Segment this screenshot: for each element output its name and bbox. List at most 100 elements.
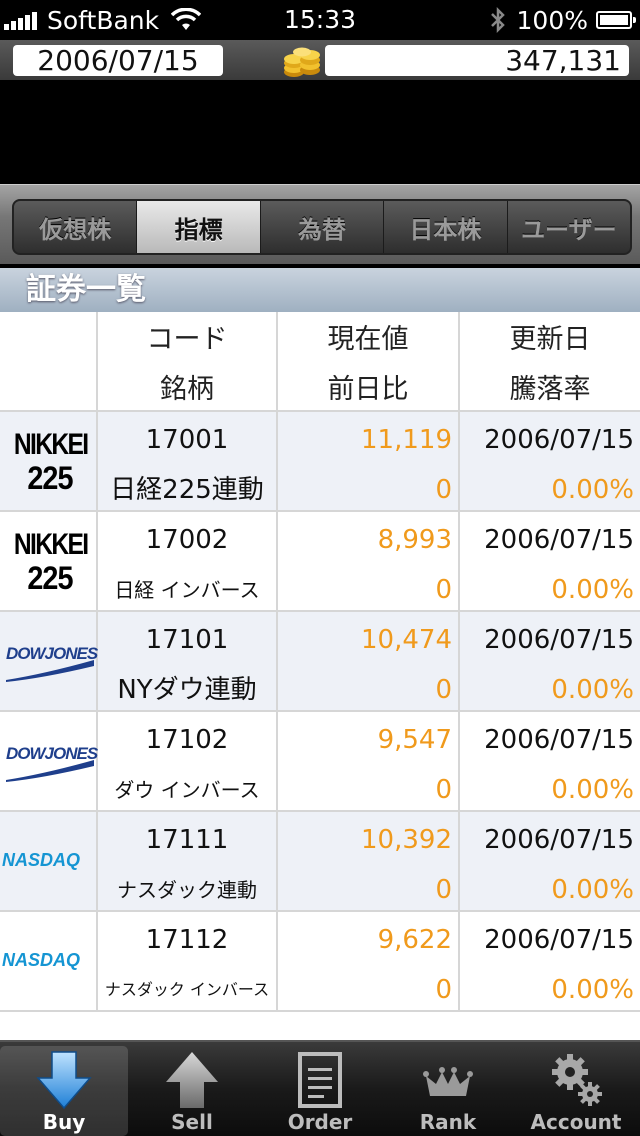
crown-icon — [423, 1067, 473, 1096]
current-price: 9,622 — [377, 925, 452, 955]
tab-label: Order — [287, 1110, 353, 1134]
tab-label: Rank — [419, 1110, 477, 1134]
day-change: 0 — [435, 475, 452, 505]
dow-jones-logo: DOWJONES — [4, 744, 98, 784]
current-price: 10,392 — [361, 825, 452, 855]
dow-jones-logo: DOWJONES — [4, 644, 98, 684]
change-rate: 0.00% — [551, 875, 634, 905]
day-change: 0 — [435, 675, 452, 705]
current-price: 11,119 — [361, 425, 452, 455]
change-rate: 0.00% — [551, 675, 634, 705]
change-rate: 0.00% — [551, 975, 634, 1005]
table-row[interactable]: NIKKEI 225 17002 日経 インバース 8,993 0 2006/0… — [0, 512, 640, 612]
security-name: ダウ インバース — [114, 778, 260, 802]
security-name: NYダウ連動 — [117, 675, 257, 705]
category-tab-strip: 仮想株 指標 為替 日本株 ユーザー — [0, 184, 640, 264]
tab-japan-stocks[interactable]: 日本株 — [384, 201, 508, 253]
tab-label: 為替 — [298, 215, 347, 244]
down-arrow-icon — [36, 1051, 92, 1110]
securities-table: コード 銘柄 現在値 前日比 更新日 騰落率 NIKKEI 225 17001 … — [0, 312, 640, 1040]
table-row[interactable]: DOWJONES 17101 NYダウ連動 10,474 0 2006/07/1… — [0, 612, 640, 712]
info-bar: 2006/07/15 347,131 — [0, 40, 640, 80]
tab-label: 指標 — [174, 215, 223, 244]
header-rate: 騰落率 — [509, 374, 591, 405]
tab-label: Account — [530, 1110, 622, 1134]
update-date: 2006/07/15 — [484, 725, 634, 755]
header-logo-cell — [0, 312, 98, 412]
logo-cell: DOWJONES — [0, 612, 98, 712]
current-price: 8,993 — [377, 525, 452, 555]
header-code: コード — [146, 324, 228, 355]
tab-sell[interactable]: Sell — [128, 1046, 256, 1136]
gears-icon — [552, 1054, 602, 1106]
tab-users[interactable]: ユーザー — [508, 201, 630, 253]
current-price: 9,547 — [377, 725, 452, 755]
change-rate: 0.00% — [551, 575, 634, 605]
header-code-cell: コード 銘柄 — [98, 312, 278, 412]
security-name: 日経 インバース — [114, 578, 260, 602]
logo-cell: NIKKEI 225 — [0, 412, 98, 512]
change-rate: 0.00% — [551, 475, 634, 505]
change-rate: 0.00% — [551, 775, 634, 805]
status-bar: SoftBank 15:33 100% — [0, 0, 640, 40]
security-code: 17001 — [145, 425, 229, 455]
update-date: 2006/07/15 — [484, 825, 634, 855]
game-date: 2006/07/15 — [13, 45, 223, 76]
bluetooth-icon — [490, 6, 505, 34]
up-arrow-icon — [166, 1052, 218, 1108]
update-date: 2006/07/15 — [484, 625, 634, 655]
update-date: 2006/07/15 — [484, 525, 634, 555]
logo-cell: NIKKEI 225 — [0, 512, 98, 612]
tab-label: Buy — [42, 1110, 86, 1134]
logo-cell: DOWJONES — [0, 712, 98, 812]
header-price-cell: 現在値 前日比 — [278, 312, 460, 412]
nikkei-225-logo: NIKKEI 225 — [13, 528, 89, 596]
gold-coins-icon — [284, 47, 320, 77]
tab-rank[interactable]: Rank — [384, 1046, 512, 1136]
current-price: 10,474 — [361, 625, 452, 655]
battery-icon — [596, 11, 636, 29]
document-icon — [298, 1052, 342, 1108]
bottom-tab-bar: Buy Sell Order Rank Account — [0, 1040, 640, 1136]
header-date-cell: 更新日 騰落率 — [460, 312, 640, 412]
security-code: 17111 — [145, 825, 229, 855]
day-change: 0 — [435, 575, 452, 605]
security-code: 17112 — [145, 925, 229, 955]
security-name: ナスダック インバース — [104, 980, 270, 999]
table-row[interactable]: NIKKEI 225 17001 日経225連動 11,119 0 2006/0… — [0, 412, 640, 512]
table-row[interactable]: DOWJONES 17102 ダウ インバース 9,547 0 2006/07/… — [0, 712, 640, 812]
header-name: 銘柄 — [160, 374, 214, 405]
security-code: 17002 — [145, 525, 229, 555]
category-segmented-control: 仮想株 指標 為替 日本株 ユーザー — [12, 199, 632, 255]
battery-percent: 100% — [516, 5, 588, 35]
tab-indices[interactable]: 指標 — [137, 201, 261, 253]
table-row[interactable]: NASDAQ 17112 ナスダック インバース 9,622 0 2006/07… — [0, 912, 640, 1012]
update-date: 2006/07/15 — [484, 925, 634, 955]
tab-label: ユーザー — [521, 215, 617, 244]
section-header: 証券一覧 — [0, 268, 640, 312]
day-change: 0 — [435, 775, 452, 805]
section-title: 証券一覧 — [26, 272, 146, 307]
tab-buy[interactable]: Buy — [0, 1046, 128, 1136]
tab-account[interactable]: Account — [512, 1046, 640, 1136]
cash-balance: 347,131 — [325, 45, 629, 76]
banner-area — [0, 80, 640, 184]
tab-order[interactable]: Order — [256, 1046, 384, 1136]
logo-cell: NASDAQ — [0, 912, 98, 1012]
header-price: 現在値 — [327, 324, 409, 355]
security-name: 日経225連動 — [110, 475, 264, 505]
table-row[interactable]: NASDAQ 17111 ナスダック連動 10,392 0 2006/07/15… — [0, 812, 640, 912]
nasdaq-logo: NASDAQ — [2, 850, 81, 870]
header-change: 前日比 — [327, 374, 409, 405]
tab-label: Sell — [171, 1110, 213, 1134]
security-name: ナスダック連動 — [117, 878, 257, 902]
header-updated: 更新日 — [509, 324, 591, 355]
tab-forex[interactable]: 為替 — [261, 201, 385, 253]
tab-virtual-stocks[interactable]: 仮想株 — [14, 201, 138, 253]
tab-label: 仮想株 — [39, 215, 112, 244]
logo-cell: NASDAQ — [0, 812, 98, 912]
tab-label: 日本株 — [409, 215, 482, 244]
nikkei-225-logo: NIKKEI 225 — [13, 428, 89, 496]
update-date: 2006/07/15 — [484, 425, 634, 455]
day-change: 0 — [435, 975, 452, 1005]
